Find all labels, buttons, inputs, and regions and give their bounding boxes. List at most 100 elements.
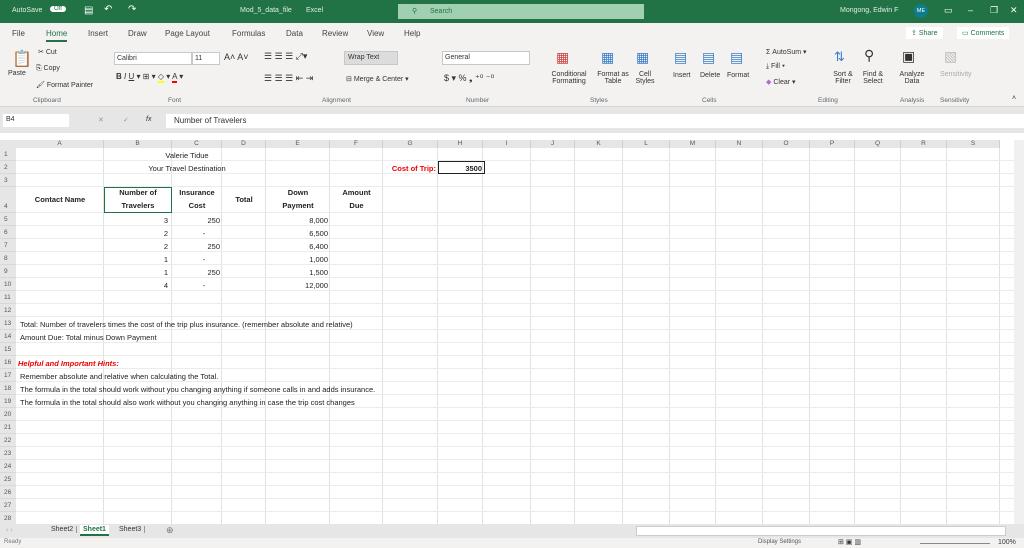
down-payment-cell[interactable]: 6,400 — [266, 242, 328, 251]
delete-button[interactable]: Delete — [700, 72, 720, 79]
redo-icon[interactable]: ↷ — [128, 4, 136, 15]
copy-button[interactable]: ⎘ Copy — [36, 65, 60, 73]
conditional-formatting-button[interactable]: Conditional Formatting — [544, 71, 594, 85]
row-header-4[interactable]: 4 — [0, 187, 16, 213]
align-top-icons[interactable]: ☰ ☰ ☰ ⤢▾ — [264, 51, 307, 62]
select-all-corner[interactable] — [0, 140, 16, 148]
avatar[interactable]: ME — [914, 4, 928, 18]
row-header-11[interactable]: 11 — [0, 291, 16, 304]
tab-file[interactable]: File — [12, 29, 25, 38]
row-header-1[interactable]: 1 — [0, 148, 16, 161]
header-down-payment[interactable]: Down — [266, 188, 330, 197]
fill-button[interactable]: ⤓ Fill ▾ — [766, 63, 785, 71]
row-header-27[interactable]: 27 — [0, 499, 16, 512]
format-as-table-button[interactable]: Format as Table — [592, 71, 634, 85]
row-header-18[interactable]: 18 — [0, 382, 16, 395]
header-amount-due[interactable]: Amount — [330, 188, 383, 197]
cell-styles-button[interactable]: Cell Styles — [630, 71, 660, 85]
autosave-toggle[interactable]: Off — [50, 6, 66, 12]
zoom-slider[interactable] — [920, 543, 990, 544]
column-header-N[interactable]: N — [716, 140, 763, 148]
formula-input[interactable]: Number of Travelers — [166, 114, 1024, 128]
title-destination[interactable]: Your Travel Destination — [104, 164, 270, 173]
tab-home[interactable]: Home — [46, 29, 68, 42]
clear-button[interactable]: ◆ Clear ▾ — [766, 78, 796, 86]
row-header-25[interactable]: 25 — [0, 473, 16, 486]
tab-insert[interactable]: Insert — [88, 29, 108, 38]
hint-1[interactable]: Remember absolute and relative when calc… — [20, 372, 620, 381]
sensitivity-button[interactable]: Sensitivity — [940, 71, 972, 78]
row-header-8[interactable]: 8 — [0, 252, 16, 265]
add-sheet-icon[interactable]: ⊕ — [166, 525, 174, 536]
align-horizontal-icons[interactable]: ☰ ☰ ☰ ⇤ ⇥ — [264, 73, 313, 84]
cut-button[interactable]: ✂ Cut — [38, 48, 57, 56]
comments-button[interactable]: ▭ Comments — [957, 27, 1010, 39]
insurance-cell[interactable]: 250 — [172, 268, 220, 277]
tab-review[interactable]: Review — [322, 29, 348, 38]
down-payment-cell[interactable]: 6,500 — [266, 229, 328, 238]
down-payment-cell[interactable]: 8,000 — [266, 216, 328, 225]
column-header-H[interactable]: H — [438, 140, 483, 148]
travelers-cell[interactable]: 1 — [104, 255, 168, 264]
row-header-13[interactable]: 13 — [0, 317, 16, 330]
cost-label[interactable]: Cost of Trip: — [330, 164, 436, 173]
font-size-select[interactable]: 11 — [192, 52, 220, 65]
row-header-14[interactable]: 14 — [0, 330, 16, 343]
header-contact-name[interactable]: Contact Name — [16, 195, 104, 204]
vertical-scrollbar[interactable] — [1014, 140, 1024, 524]
row-header-12[interactable]: 12 — [0, 304, 16, 317]
column-header-S[interactable]: S — [947, 140, 1000, 148]
row-header-23[interactable]: 23 — [0, 447, 16, 460]
view-mode-icons[interactable]: ⊞ ▣ ▥ — [838, 538, 861, 546]
sheet-tab-sheet3[interactable]: Sheet3 — [116, 526, 146, 533]
user-name[interactable]: Mongong, Edwin F — [840, 7, 898, 14]
row-header-10[interactable]: 10 — [0, 278, 16, 291]
down-payment-cell[interactable]: 1,500 — [266, 268, 328, 277]
row-header-2[interactable]: 2 — [0, 161, 16, 174]
header-down-payment-2[interactable]: Payment — [266, 201, 330, 210]
save-icon[interactable]: ▤ — [84, 5, 93, 16]
down-payment-cell[interactable]: 1,000 — [266, 255, 328, 264]
paste-icon[interactable]: 📋 — [12, 49, 32, 69]
horizontal-scrollbar[interactable] — [636, 526, 1006, 536]
paste-button[interactable]: Paste — [8, 70, 26, 77]
note-amount-due[interactable]: Amount Due: Total minus Down Payment — [20, 333, 620, 342]
analyze-data-button[interactable]: Analyze Data — [898, 71, 926, 85]
row-header-3[interactable]: 3 — [0, 174, 16, 187]
wrap-text-button[interactable]: Wrap Text — [344, 51, 398, 65]
row-header-16[interactable]: 16 — [0, 356, 16, 369]
insert-button[interactable]: Insert — [673, 72, 691, 79]
travelers-cell[interactable]: 4 — [104, 281, 168, 290]
autosum-button[interactable]: Σ AutoSum ▾ — [766, 48, 807, 56]
function-icon[interactable]: fx — [146, 116, 151, 123]
row-header-5[interactable]: 5 — [0, 213, 16, 226]
number-format-select[interactable]: General — [442, 51, 530, 65]
sheet-tab-sheet1[interactable]: Sheet1 — [80, 525, 109, 536]
enter-icon[interactable]: ✓ — [123, 116, 129, 124]
collapse-ribbon-icon[interactable]: ˄ — [1012, 95, 1016, 102]
column-header-O[interactable]: O — [763, 140, 810, 148]
title-name[interactable]: Valerie Tidue — [104, 151, 270, 160]
name-box[interactable]: B4 — [3, 114, 69, 127]
row-header-19[interactable]: 19 — [0, 395, 16, 408]
row-header-21[interactable]: 21 — [0, 421, 16, 434]
column-header-J[interactable]: J — [531, 140, 575, 148]
sheet-nav-arrows[interactable]: ‹ › — [6, 527, 13, 534]
insurance-cell[interactable]: 250 — [172, 242, 220, 251]
row-header-7[interactable]: 7 — [0, 239, 16, 252]
worksheet-grid[interactable]: A B C D E F G H I J K L M N O P Q R S 1 2 3 4 5 6 7 8 9 10 11 12 13 14 15… — [0, 140, 1014, 524]
header-amount-due-2[interactable]: Due — [330, 201, 383, 210]
column-header-I[interactable]: I — [483, 140, 531, 148]
row-header-6[interactable]: 6 — [0, 226, 16, 239]
number-format-icons[interactable]: $ ▾ % ❟ ⁺⁰ ⁻⁰ — [444, 73, 494, 84]
row-header-22[interactable]: 22 — [0, 434, 16, 447]
search-box[interactable]: ⚲ Search — [398, 4, 644, 19]
ribbon-display-icon[interactable]: ▭ — [944, 5, 953, 16]
tab-help[interactable]: Help — [404, 29, 420, 38]
cancel-icon[interactable]: ✕ — [98, 116, 104, 124]
column-header-D[interactable]: D — [222, 140, 266, 148]
column-header-B[interactable]: B — [104, 140, 172, 148]
row-header-15[interactable]: 15 — [0, 343, 16, 356]
format-painter-button[interactable]: 🖌 Format Painter — [36, 81, 93, 89]
column-header-P[interactable]: P — [810, 140, 855, 148]
